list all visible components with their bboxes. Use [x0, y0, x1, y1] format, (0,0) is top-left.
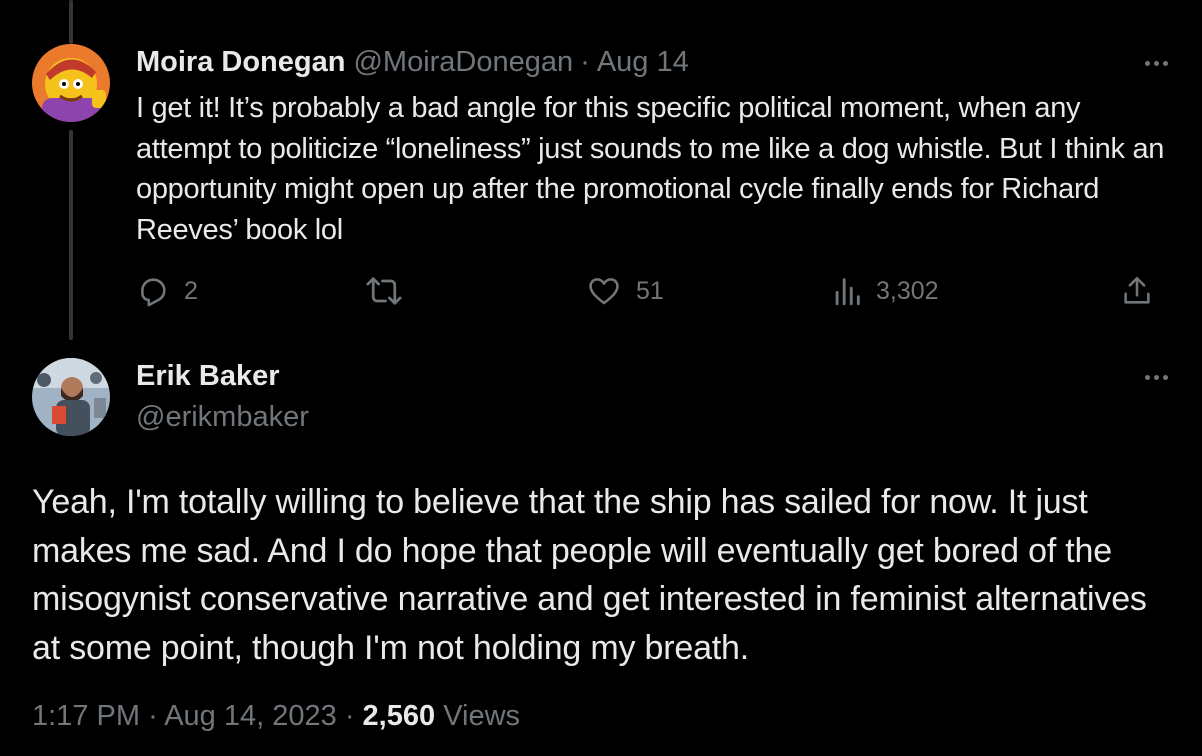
dot — [1163, 375, 1168, 380]
views-button[interactable]: 3,302 — [832, 274, 939, 308]
views-icon — [835, 278, 860, 306]
tweet-text: Yeah, I'm totally willing to believe tha… — [32, 483, 1147, 667]
avatar-image — [32, 44, 110, 122]
reply-action-bar: 2 51 3,302 — [0, 274, 1202, 314]
avatar-image — [32, 358, 110, 436]
heart-icon — [589, 278, 619, 305]
thread-line-top — [69, 0, 73, 44]
reply-author-name[interactable]: Moira Donegan — [136, 46, 345, 79]
reply-count: 2 — [184, 276, 198, 305]
tweet-views-label: Views — [443, 700, 521, 732]
separator-dot: · — [148, 700, 158, 732]
tweet-views-count[interactable]: 2,560 — [363, 700, 436, 732]
tweet-author-name[interactable]: Erik Baker — [136, 360, 280, 393]
tweet-date[interactable]: Aug 14, 2023 — [164, 700, 337, 732]
separator-dot: · — [580, 46, 590, 78]
more-icon[interactable] — [1145, 375, 1168, 380]
avatar-erik[interactable] — [32, 358, 110, 436]
dot — [1145, 375, 1150, 380]
reply-header: Moira Donegan @MoiraDonegan · Aug 14 — [136, 46, 689, 82]
reply-icon — [141, 278, 166, 307]
like-button[interactable]: 51 — [586, 274, 664, 308]
like-count: 51 — [636, 276, 664, 305]
reply-date[interactable]: Aug 14 — [597, 46, 689, 79]
avatar-moira[interactable] — [32, 44, 110, 122]
dot — [1154, 61, 1159, 66]
reply-text: I get it! It’s probably a bad angle for … — [136, 92, 1165, 246]
reply-button[interactable]: 2 — [136, 274, 198, 308]
more-icon[interactable] — [1145, 61, 1168, 66]
share-icon — [1124, 276, 1150, 304]
tweet-author-handle[interactable]: @erikmbaker — [136, 401, 309, 434]
dot — [1163, 61, 1168, 66]
retweet-button[interactable] — [364, 274, 418, 308]
separator-dot: · — [344, 700, 355, 732]
dot — [1154, 375, 1159, 380]
share-button[interactable] — [1120, 274, 1154, 308]
reply-author-handle[interactable]: @MoiraDonegan — [353, 46, 573, 79]
retweet-icon — [366, 277, 402, 305]
tweet-meta: 1:17 PM · Aug 14, 2023 · 2,560 Views — [32, 700, 520, 733]
tweet-time[interactable]: 1:17 PM — [32, 700, 140, 732]
views-count: 3,302 — [876, 276, 939, 305]
dot — [1145, 61, 1150, 66]
